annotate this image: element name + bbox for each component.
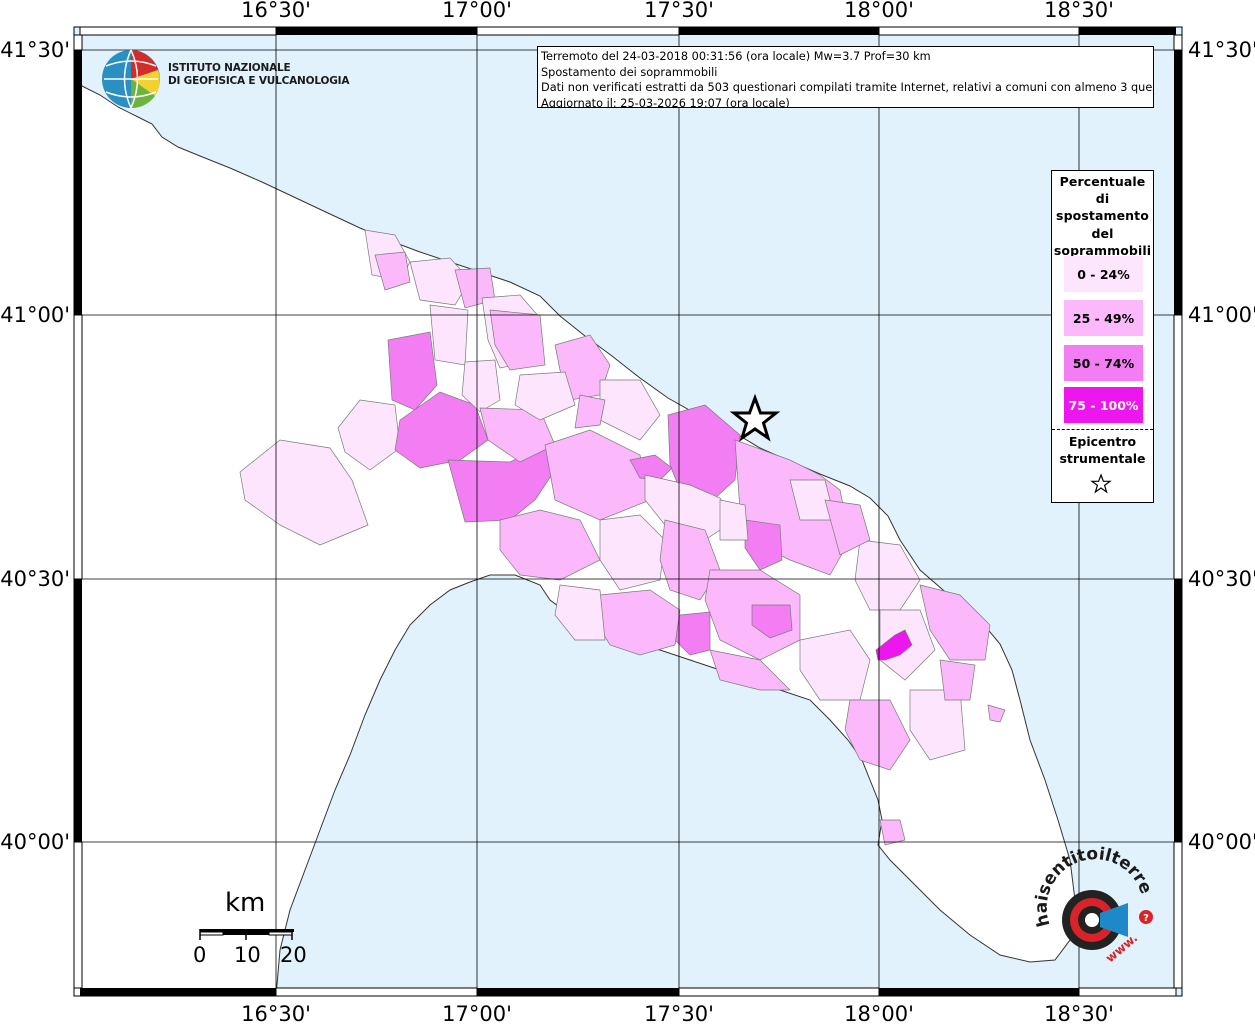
scale-unit: km bbox=[225, 888, 266, 918]
legend-class-75-100: 75 - 100% bbox=[1064, 387, 1143, 423]
header-parameter: Spostamento dei soprammobili bbox=[541, 65, 718, 79]
lon-label: 17°30' bbox=[644, 1002, 714, 1024]
legend-class-label: 25 - 49% bbox=[1072, 310, 1135, 326]
longitude-labels-top: 16°30' 17°00' 17°30' 18°00' 18°30' bbox=[241, 0, 1114, 22]
scale-label-20: 20 bbox=[280, 943, 307, 967]
municipality-area bbox=[429, 304, 469, 366]
scale-graphic bbox=[199, 929, 294, 940]
lat-label: 40°00' bbox=[1188, 830, 1255, 854]
lat-label: 41°30' bbox=[1188, 38, 1255, 62]
legend-class-label: 0 - 24% bbox=[1077, 266, 1130, 282]
latitude-labels-left: 41°30' 41°00' 40°30' 40°00' bbox=[0, 38, 70, 854]
lat-label: 41°30' bbox=[0, 38, 70, 62]
ingv-logo: ISTITUTO NAZIONALE DI GEOFISICA E VULCAN… bbox=[100, 48, 349, 110]
legend-epicentre-line: Epicentro bbox=[1068, 434, 1137, 449]
globe-icon bbox=[102, 49, 160, 109]
lat-label: 40°30' bbox=[0, 567, 70, 591]
legend-class-label: 75 - 100% bbox=[1068, 397, 1139, 413]
legend-divider bbox=[1052, 429, 1153, 430]
scale-label-10: 10 bbox=[234, 943, 261, 967]
lon-label: 17°00' bbox=[442, 0, 512, 22]
legend: Percentuale di spostamento del soprammob… bbox=[1051, 170, 1154, 503]
map-header: Terremoto del 24-03-2018 00:31:56 (ora l… bbox=[537, 46, 1154, 108]
legend-star-icon bbox=[1090, 473, 1112, 494]
scale-label-0: 0 bbox=[193, 943, 207, 967]
scale-bar: km 0 10 20 bbox=[190, 888, 320, 978]
header-event: Terremoto del 24-03-2018 00:31:56 (ora l… bbox=[541, 50, 931, 63]
header-updated: Aggiornato il: 25-03-2026 19:07 (ora loc… bbox=[541, 96, 790, 108]
lon-label: 16°30' bbox=[241, 1002, 311, 1024]
ingv-line2: DI GEOFISICA E VULCANOLOGIA bbox=[168, 75, 350, 87]
lon-label: 18°00' bbox=[844, 0, 914, 22]
legend-epicentre-line: strumentale bbox=[1059, 451, 1146, 466]
legend-class-0-24: 0 - 24% bbox=[1064, 256, 1143, 292]
legend-class-label: 50 - 74% bbox=[1072, 355, 1135, 371]
legend-title-line: Percentuale bbox=[1059, 174, 1146, 189]
legend-epicentre-title: Epicentro strumentale bbox=[1052, 433, 1153, 467]
municipality-area bbox=[939, 659, 976, 701]
lat-label: 40°30' bbox=[1188, 567, 1255, 591]
legend-class-50-74: 50 - 74% bbox=[1064, 345, 1143, 381]
lon-label: 17°30' bbox=[644, 0, 714, 22]
lon-label: 18°30' bbox=[1044, 0, 1114, 22]
lon-label: 18°30' bbox=[1044, 1002, 1114, 1024]
latitude-labels-right: 41°30' 41°00' 40°30' 40°00' bbox=[1188, 38, 1255, 854]
lat-label: 41°00' bbox=[0, 303, 70, 327]
longitude-labels-bottom: 16°30' 17°00' 17°30' 18°00' 18°30' bbox=[241, 1002, 1114, 1024]
legend-title: Percentuale di spostamento del soprammob… bbox=[1052, 173, 1153, 259]
legend-class-25-49: 25 - 49% bbox=[1064, 300, 1143, 336]
header-note: Dati non verificati estratti da 503 ques… bbox=[541, 81, 1154, 95]
haisentito-logo: haisentitoilterremoto.it ? www. bbox=[1021, 830, 1160, 975]
svg-text:?: ? bbox=[1143, 913, 1149, 924]
ingv-line1: ISTITUTO NAZIONALE bbox=[168, 62, 291, 74]
lat-label: 41°00' bbox=[1188, 303, 1255, 327]
lon-label: 17°00' bbox=[442, 1002, 512, 1024]
lon-label: 16°30' bbox=[241, 0, 311, 22]
lon-label: 18°00' bbox=[844, 1002, 914, 1024]
legend-title-line: spostamento bbox=[1056, 208, 1149, 224]
ingv-name: ISTITUTO NAZIONALE DI GEOFISICA E VULCAN… bbox=[168, 62, 349, 88]
legend-title-line: del bbox=[1091, 225, 1114, 241]
lat-label: 40°00' bbox=[0, 830, 70, 854]
municipality-area bbox=[574, 394, 606, 429]
legend-title-line: di bbox=[1095, 191, 1110, 207]
municipality-area bbox=[719, 499, 749, 541]
haisentito-logo-graphic: haisentitoilterremoto.it ? www. bbox=[1021, 830, 1156, 965]
